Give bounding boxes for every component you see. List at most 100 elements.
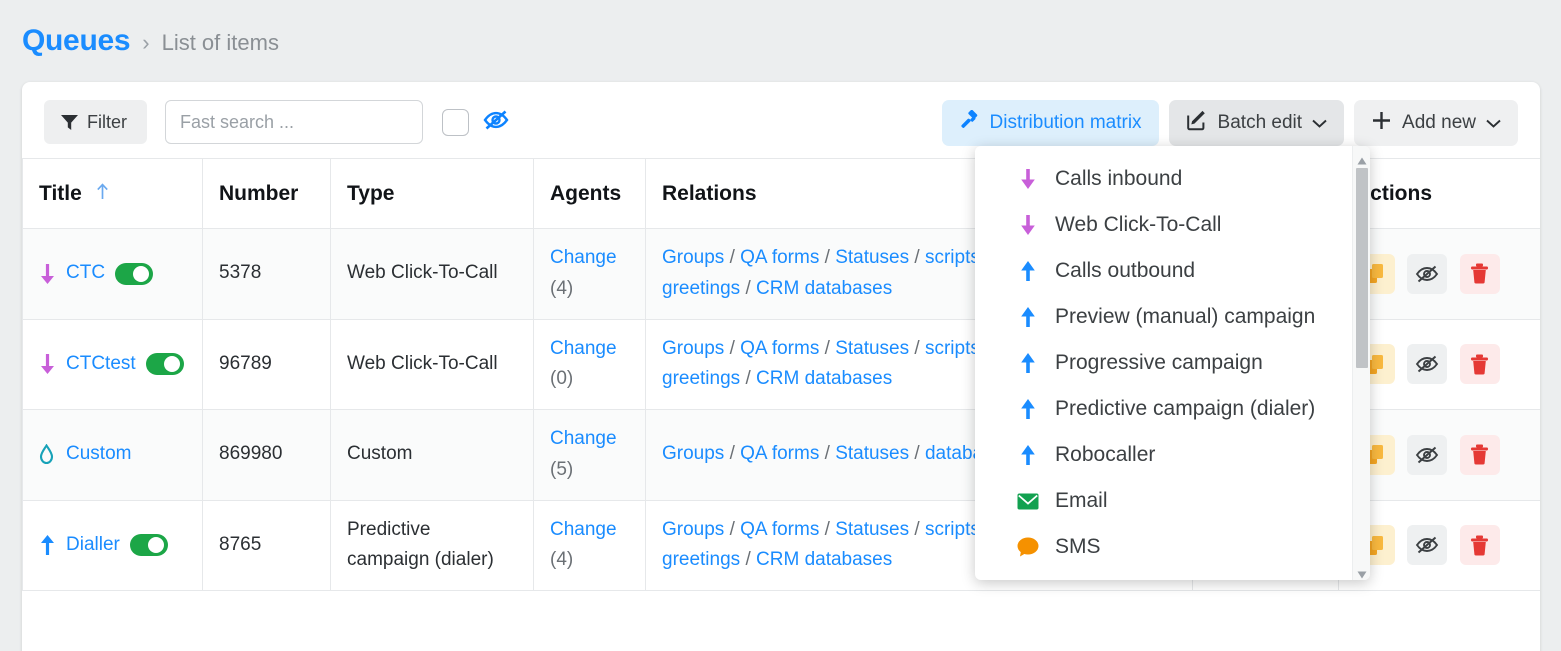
arrow-down-icon (39, 353, 56, 375)
page-root: Queues › List of items Filter Fast searc… (0, 0, 1561, 651)
trash-icon[interactable] (1459, 253, 1500, 294)
dropdown-item-label: Preview (manual) campaign (1055, 305, 1316, 328)
relation-link[interactable]: Groups (662, 443, 724, 464)
eye-slash-icon[interactable] (1407, 434, 1448, 475)
queue-title-link[interactable]: CTC (66, 258, 105, 289)
cell-type: Web Click-To-Call (330, 319, 534, 411)
eye-slash-icon[interactable] (482, 108, 510, 137)
dropdown-item-list: Calls inbound Web Click-To-Call Calls ou… (975, 146, 1352, 580)
relation-link[interactable]: QA forms (740, 519, 819, 540)
add-new-button[interactable]: Add new (1354, 100, 1518, 146)
trash-icon[interactable] (1459, 525, 1500, 566)
arrow-up-icon (1017, 351, 1039, 375)
toolbar-actions: Distribution matrix Batch edit Add new (941, 100, 1518, 155)
queue-title-link[interactable]: Dialler (66, 530, 120, 561)
chat-bubble-icon (1017, 535, 1039, 559)
scroll-up-arrow-icon[interactable] (1357, 152, 1367, 165)
eye-slash-icon[interactable] (1407, 525, 1448, 566)
column-header-number[interactable]: Number (202, 158, 331, 229)
relation-link[interactable]: QA forms (740, 338, 819, 359)
eye-slash-icon[interactable] (1407, 253, 1448, 294)
agents-change-link[interactable]: Change (550, 428, 617, 449)
breadcrumb-leaf: List of items (161, 30, 279, 55)
arrow-down-icon (1017, 213, 1039, 237)
eye-slash-icon[interactable] (1407, 344, 1448, 385)
trash-icon[interactable] (1459, 344, 1500, 385)
relation-link[interactable]: Groups (662, 247, 724, 268)
arrow-up-icon (1017, 443, 1039, 467)
batch-edit-button[interactable]: Batch edit (1168, 100, 1345, 155)
relation-link[interactable]: scripts (925, 519, 980, 540)
arrow-down-icon (39, 263, 56, 285)
cell-type: Predictive campaign (dialer) (330, 500, 534, 592)
column-header-title[interactable]: Title (22, 158, 203, 229)
queue-enabled-toggle[interactable] (129, 534, 168, 557)
dropdown-item-label: Calls outbound (1055, 259, 1196, 282)
arrow-up-icon (1017, 397, 1039, 421)
arrow-up-icon (1017, 305, 1039, 329)
search-input[interactable]: Fast search ... (165, 100, 423, 144)
funnel-icon (61, 114, 78, 130)
agents-change-link[interactable]: Change (550, 519, 617, 540)
relation-link[interactable]: Statuses (835, 519, 909, 540)
dropdown-item-label: SMS (1055, 535, 1101, 558)
select-all-checkbox[interactable] (442, 109, 469, 136)
column-header-agents[interactable]: Agents (533, 158, 646, 229)
relation-link[interactable]: QA forms (740, 247, 819, 268)
queue-title-link[interactable]: CTCtest (66, 349, 136, 380)
dropdown-item-predictive-campaign-dialer[interactable]: Predictive campaign (dialer) (975, 386, 1352, 432)
dropdown-item-progressive-campaign[interactable]: Progressive campaign (975, 340, 1352, 386)
cell-number: 8765 (202, 500, 331, 592)
arrow-down-icon (1017, 167, 1039, 191)
relation-link[interactable]: Statuses (835, 443, 909, 464)
distribution-matrix-button[interactable]: Distribution matrix (941, 100, 1159, 146)
agents-count: (5) (550, 458, 574, 480)
dropdown-scrollbar[interactable] (1352, 146, 1370, 580)
queue-title-link[interactable]: Custom (66, 439, 131, 470)
relation-link[interactable]: CRM databases (756, 549, 892, 570)
relation-link[interactable]: scripts (925, 338, 980, 359)
scroll-down-arrow-icon[interactable] (1357, 566, 1367, 579)
relation-link[interactable]: Groups (662, 519, 724, 540)
cell-number: 5378 (202, 228, 331, 320)
breadcrumb: Queues › List of items (22, 24, 279, 58)
filter-button[interactable]: Filter (44, 100, 147, 144)
relation-link[interactable]: scripts (925, 247, 980, 268)
dropdown-item-preview-manual-campaign[interactable]: Preview (manual) campaign (975, 294, 1352, 340)
relation-link[interactable]: Statuses (835, 338, 909, 359)
relation-link[interactable]: QA forms (740, 443, 819, 464)
cell-agents: Change (4) (533, 228, 646, 320)
relation-link[interactable]: Statuses (835, 247, 909, 268)
dropdown-item-calls-outbound[interactable]: Calls outbound (975, 248, 1352, 294)
cell-agents: Change (4) (533, 500, 646, 592)
cell-number: 96789 (202, 319, 331, 411)
cell-agents: Change (5) (533, 409, 646, 501)
queue-enabled-toggle[interactable] (115, 262, 154, 285)
queue-enabled-toggle[interactable] (145, 353, 184, 376)
breadcrumb-root[interactable]: Queues (22, 24, 131, 58)
droplet-icon (39, 443, 56, 466)
agents-count: (4) (550, 277, 574, 299)
dropdown-item-calls-inbound[interactable]: Calls inbound (975, 156, 1352, 202)
trash-icon[interactable] (1459, 434, 1500, 475)
relation-link[interactable]: CRM databases (756, 368, 892, 389)
cell-title: CTCtest (22, 319, 203, 411)
arrow-up-icon (1017, 259, 1039, 283)
agents-change-link[interactable]: Change (550, 338, 617, 359)
breadcrumb-separator: › (142, 30, 150, 55)
relation-link[interactable]: CRM databases (756, 278, 892, 299)
scrollbar-thumb[interactable] (1356, 168, 1368, 368)
agents-count: (0) (550, 368, 574, 390)
relation-link[interactable]: Groups (662, 338, 724, 359)
dropdown-item-web-click-to-call[interactable]: Web Click-To-Call (975, 202, 1352, 248)
dropdown-item-label: Predictive campaign (dialer) (1055, 397, 1316, 420)
cell-title: CTC (22, 228, 203, 320)
dropdown-item-robocaller[interactable]: Robocaller (975, 432, 1352, 478)
queue-type-dropdown-menu: Calls inbound Web Click-To-Call Calls ou… (975, 146, 1370, 580)
dropdown-item-sms[interactable]: SMS (975, 524, 1352, 570)
dropdown-item-email[interactable]: Email (975, 478, 1352, 524)
column-header-type[interactable]: Type (330, 158, 534, 229)
cell-title: Dialler (22, 500, 203, 592)
agents-change-link[interactable]: Change (550, 247, 617, 268)
sort-arrow-up-icon (96, 182, 109, 205)
